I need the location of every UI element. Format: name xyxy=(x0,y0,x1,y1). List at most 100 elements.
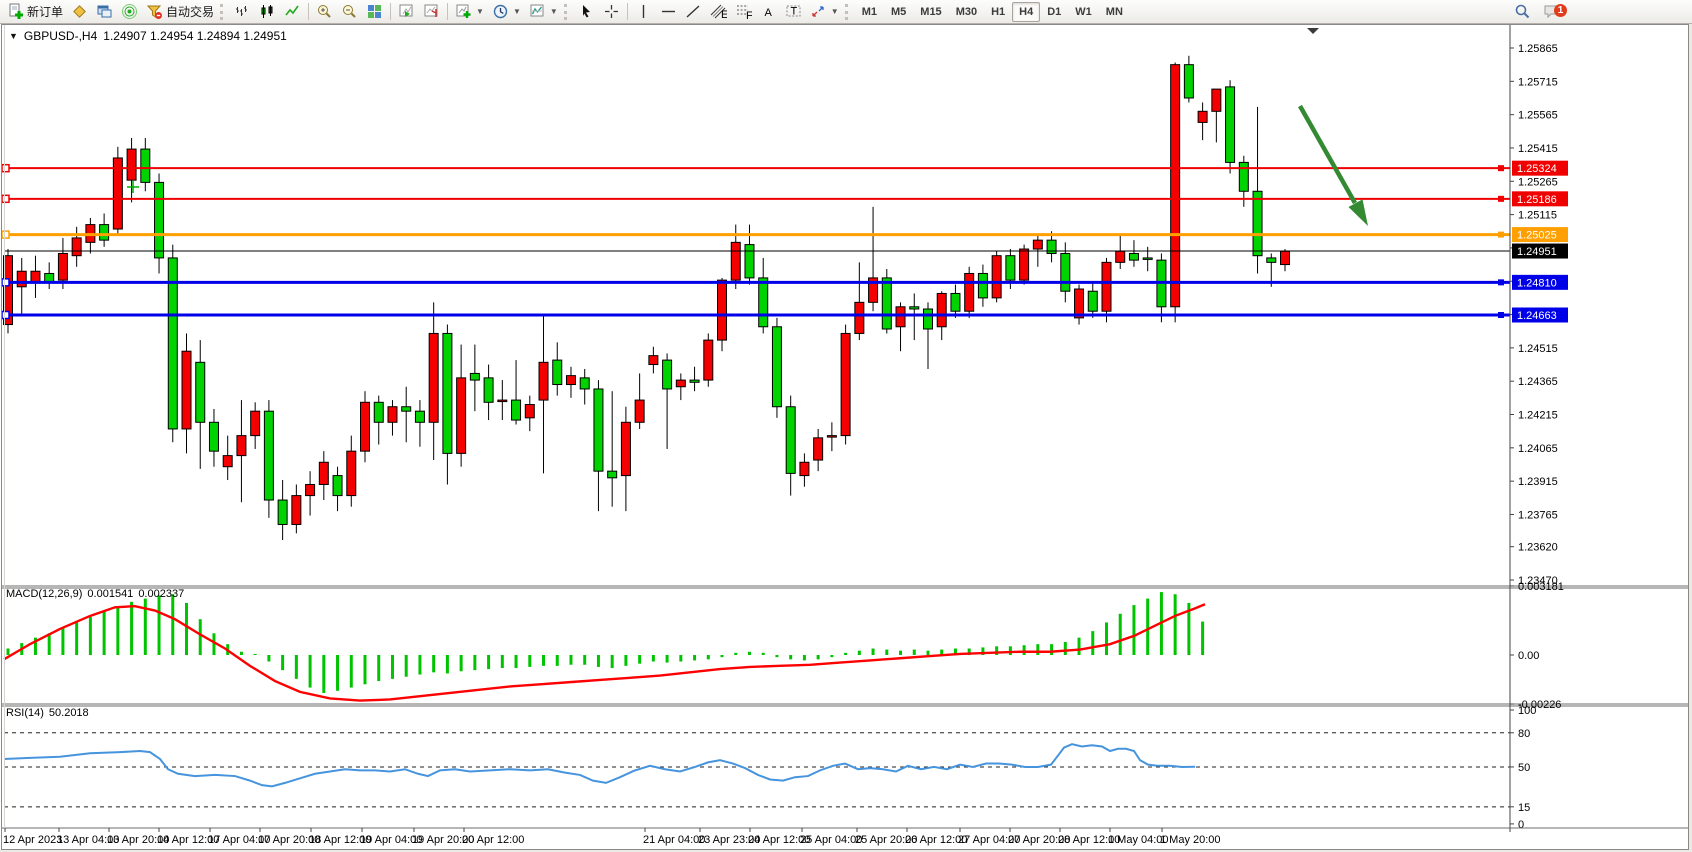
line-chart-button[interactable] xyxy=(280,0,305,23)
toolbar-grip xyxy=(220,4,226,20)
candle xyxy=(278,500,287,524)
chart-canvas[interactable]: 1.258651.257151.255651.254151.252651.251… xyxy=(0,24,1692,852)
diamond-icon xyxy=(71,3,88,20)
macd-tick-label: 0.003181 xyxy=(1518,581,1564,593)
candle-chart-button[interactable] xyxy=(255,0,280,23)
candle xyxy=(608,471,617,478)
fibo-icon: F xyxy=(735,3,752,20)
level-price-tag-label: 1.24810 xyxy=(1517,277,1557,289)
crosshair-button[interactable] xyxy=(599,0,624,23)
price-tick-label: 1.25265 xyxy=(1518,176,1558,188)
timeframe-D1[interactable]: D1 xyxy=(1040,2,1068,22)
timeframe-MN[interactable]: MN xyxy=(1099,2,1130,22)
candle xyxy=(457,378,466,454)
new-order-button[interactable]: 新订单 xyxy=(3,0,67,23)
line-handle-left[interactable] xyxy=(2,312,9,319)
timeframe-H1[interactable]: H1 xyxy=(984,2,1012,22)
periods-button[interactable]: ▼ xyxy=(488,0,525,23)
auto-scroll-button[interactable] xyxy=(394,0,419,23)
macd-name: MACD(12,26,9) xyxy=(6,588,82,600)
fibonacci-button[interactable]: F xyxy=(731,0,756,23)
signals-button[interactable] xyxy=(117,0,142,23)
rsi-name: RSI(14) xyxy=(6,707,44,719)
arrows-button[interactable]: ▼ xyxy=(806,0,843,23)
candle xyxy=(72,238,81,256)
doc-plus-icon xyxy=(7,3,24,20)
line-handle-right[interactable] xyxy=(1498,165,1504,171)
new-order-button-label: 新订单 xyxy=(27,3,63,20)
chevron-down-icon[interactable]: ▼ xyxy=(513,7,521,16)
channel-icon: E xyxy=(710,3,727,20)
zoom-out-button[interactable] xyxy=(337,0,362,23)
linechart-icon xyxy=(284,3,301,20)
line-handle-left[interactable] xyxy=(2,279,9,286)
level-price-tag-label: 1.24663 xyxy=(1517,310,1557,322)
price-tick-label: 1.24065 xyxy=(1518,443,1558,455)
indicators-button[interactable]: ▼ xyxy=(451,0,488,23)
search-icon[interactable] xyxy=(1514,3,1531,20)
candle xyxy=(1116,251,1125,262)
line-handle-right[interactable] xyxy=(1498,232,1504,238)
timeframe-H4[interactable]: H4 xyxy=(1012,2,1040,22)
timeframe-W1[interactable]: W1 xyxy=(1068,2,1099,22)
chevron-down-icon[interactable]: ▼ xyxy=(550,7,558,16)
notifications-button[interactable]: 1 xyxy=(1543,3,1560,20)
line-handle-right[interactable] xyxy=(1498,279,1504,285)
candle xyxy=(1102,262,1111,311)
line-handle-left[interactable] xyxy=(2,195,9,202)
timeframe-M30[interactable]: M30 xyxy=(949,2,984,22)
tile-windows-button[interactable] xyxy=(362,0,387,23)
candle xyxy=(251,411,260,435)
bar-chart-button[interactable] xyxy=(230,0,255,23)
autotrade-button[interactable]: 自动交易 xyxy=(142,0,218,23)
open-chart-button[interactable] xyxy=(92,0,117,23)
candle xyxy=(1006,256,1015,280)
candle xyxy=(978,273,987,297)
symbol-dropdown-icon[interactable]: ▼ xyxy=(9,31,18,41)
candle xyxy=(1239,162,1248,191)
toolbar-separator xyxy=(447,3,448,20)
label-button[interactable]: T xyxy=(781,0,806,23)
trendline-button[interactable] xyxy=(681,0,706,23)
timeframe-M5[interactable]: M5 xyxy=(884,2,913,22)
templates-button[interactable]: ▼ xyxy=(525,0,562,23)
zoom-in-button[interactable] xyxy=(312,0,337,23)
chart-shift-button[interactable] xyxy=(419,0,444,23)
candle xyxy=(731,242,740,280)
text-button[interactable]: A xyxy=(756,0,781,23)
time-tick-label: 20 Apr 12:00 xyxy=(462,834,524,846)
chart-window[interactable]: 1.258651.257151.255651.254151.252651.251… xyxy=(0,24,1692,852)
line-handle-right[interactable] xyxy=(1498,196,1504,202)
candle xyxy=(319,462,328,484)
price-tick-label: 1.24365 xyxy=(1518,376,1558,388)
hline-button[interactable] xyxy=(656,0,681,23)
eraser-button[interactable] xyxy=(67,0,92,23)
timeframe-M15[interactable]: M15 xyxy=(913,2,948,22)
candle xyxy=(965,273,974,311)
candle xyxy=(827,436,836,438)
candle xyxy=(800,462,809,475)
rsi-value: 50.2018 xyxy=(49,707,89,719)
candle xyxy=(415,411,424,422)
vline-button[interactable] xyxy=(631,0,656,23)
candle xyxy=(209,422,218,451)
channel-button[interactable]: E xyxy=(706,0,731,23)
cursor-button[interactable] xyxy=(574,0,599,23)
line-handle-left[interactable] xyxy=(2,165,9,172)
candle xyxy=(512,400,521,420)
candle xyxy=(127,149,136,180)
zoom-out-icon xyxy=(341,3,358,20)
cursor-icon xyxy=(578,3,595,20)
chevron-down-icon[interactable]: ▼ xyxy=(831,7,839,16)
chevron-down-icon[interactable]: ▼ xyxy=(476,7,484,16)
timeframe-M1[interactable]: M1 xyxy=(855,2,884,22)
candle xyxy=(786,407,795,474)
price-tick-label: 1.25415 xyxy=(1518,143,1558,155)
candle xyxy=(745,245,754,278)
line-handle-right[interactable] xyxy=(1498,312,1504,318)
candle xyxy=(264,411,273,500)
candle xyxy=(910,307,919,309)
template-icon xyxy=(529,3,546,20)
candle xyxy=(58,253,67,280)
line-handle-left[interactable] xyxy=(2,231,9,238)
